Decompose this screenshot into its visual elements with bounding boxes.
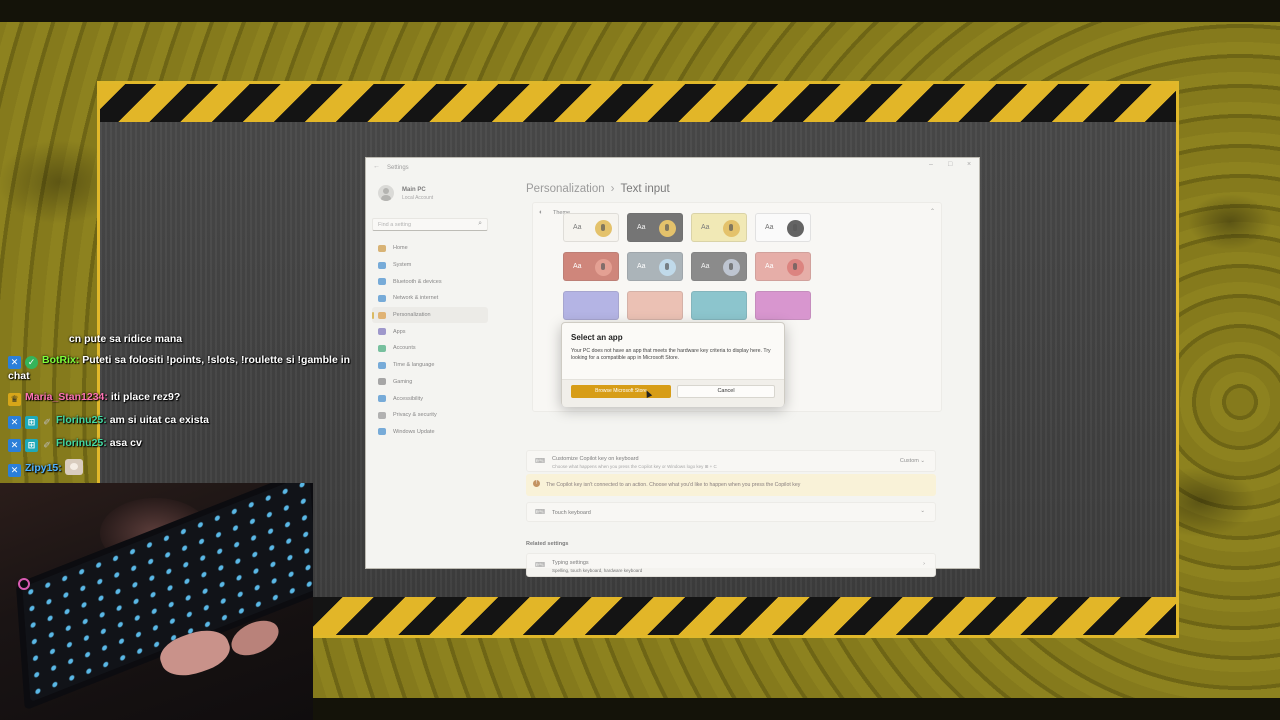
chat-text: asa cv — [109, 437, 142, 449]
chat-username[interactable]: Maria_Stan1234: — [25, 391, 108, 403]
chat-username[interactable]: Zipy15: — [25, 462, 62, 474]
chat-text: cn pute sa ridice mana — [68, 333, 183, 345]
chat-message: ✕ ⊞ ✐ Florinu25: am si uitat ca exista — [8, 413, 368, 429]
select-app-dialog: Select an app Your PC does not have an a… — [561, 322, 785, 407]
chat-message: ✕ ⊞ ✐ Florinu25: asa cv — [8, 436, 368, 452]
chat-username[interactable]: Florinu25: — [56, 437, 107, 449]
cancel-button[interactable]: Cancel — [677, 385, 775, 398]
chat-username[interactable]: BotRix: — [42, 354, 79, 366]
chat-message: ✕ Zipy15: — [8, 459, 368, 477]
typing-row-subtitle: Spelling, touch keyboard, hardware keybo… — [552, 568, 643, 573]
dialog-footer: Browse Microsoft Store Cancel — [562, 379, 784, 407]
chat-text: am si uitat ca exista — [109, 414, 209, 426]
gray-badge-icon: ✐ — [43, 440, 51, 450]
webcam-feed — [0, 483, 313, 720]
stream-chat: cn pute sa ridice mana ✕ ✓ BotRix: Puteti s… — [8, 332, 368, 484]
cyan-badge-icon: ⊞ — [25, 439, 38, 452]
blue-badge-icon: ✕ — [8, 356, 21, 369]
chat-text: iti place rez9? — [110, 391, 181, 403]
cat-emote-icon — [64, 459, 83, 475]
chat-message: cn pute sa ridice mana — [8, 332, 368, 346]
dialog-title: Select an app — [571, 333, 623, 342]
cyan-badge-icon: ⊞ — [25, 416, 38, 429]
blue-badge-icon: ✕ — [8, 464, 21, 477]
dialog-body: Your PC does not have an app that meets … — [571, 348, 771, 361]
browse-store-button[interactable]: Browse Microsoft Store — [571, 385, 671, 398]
gray-badge-icon: ✐ — [43, 417, 51, 427]
logitech-logo-icon — [18, 578, 30, 590]
green-badge-icon: ✓ — [25, 356, 38, 369]
chat-message: ✕ ✓ BotRix: Puteti sa folositi !points, !s… — [8, 353, 368, 383]
hazard-stripe-top — [100, 84, 1176, 122]
gold-badge-icon: ♛ — [8, 393, 21, 406]
chat-message: ♛ Maria_Stan1234: iti place rez9? — [8, 390, 368, 406]
top-bar — [0, 0, 1280, 22]
blue-badge-icon: ✕ — [8, 439, 21, 452]
chat-username[interactable]: Florinu25: — [56, 414, 107, 426]
blue-badge-icon: ✕ — [8, 416, 21, 429]
